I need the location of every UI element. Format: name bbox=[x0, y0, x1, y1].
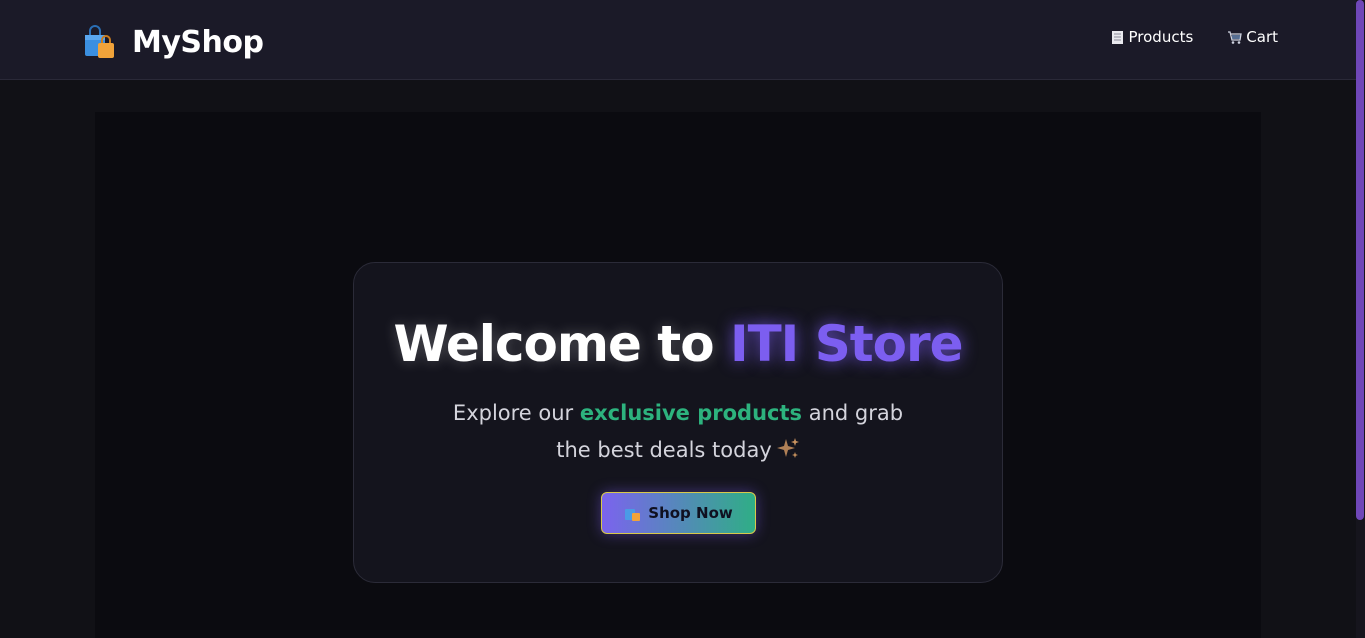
top-navbar: MyShop Products Cart bbox=[0, 0, 1356, 80]
hero-title-prefix: Welcome to bbox=[393, 315, 714, 373]
nav-link-products-label: Products bbox=[1128, 28, 1194, 46]
hero-subtitle-line2: the best deals today bbox=[556, 438, 772, 462]
hero-subtitle-after: and grab bbox=[808, 401, 904, 425]
shopping-bags-icon bbox=[85, 25, 114, 58]
hero-title: Welcome to ITI Store bbox=[354, 315, 1002, 373]
hero-subtitle-before: Explore our bbox=[452, 401, 574, 425]
nav-links: Products Cart bbox=[1076, 28, 1278, 46]
brand-name: MyShop bbox=[132, 24, 264, 60]
hero-title-accent: ITI Store bbox=[729, 315, 964, 373]
nav-link-cart-label: Cart bbox=[1246, 28, 1278, 46]
hero-subtitle: Explore our exclusive products and grab … bbox=[354, 395, 1002, 469]
shop-now-label: Shop Now bbox=[648, 504, 733, 522]
brand-logo-link[interactable]: MyShop bbox=[82, 22, 264, 62]
nav-link-products[interactable]: Products bbox=[1110, 28, 1194, 46]
hero-subtitle-highlight: exclusive products bbox=[579, 401, 803, 425]
nav-link-cart[interactable]: Cart bbox=[1227, 28, 1278, 46]
shopping-bags-icon bbox=[625, 508, 641, 521]
shop-now-button[interactable]: Shop Now bbox=[601, 492, 756, 534]
receipt-icon bbox=[1111, 30, 1123, 44]
hero-card: Welcome to ITI Store Explore our exclusi… bbox=[353, 262, 1003, 583]
scrollbar-thumb[interactable] bbox=[1356, 0, 1364, 520]
sparkles-icon bbox=[776, 438, 799, 458]
shopping-cart-icon bbox=[1228, 30, 1243, 44]
page-scrollbar[interactable] bbox=[1356, 0, 1365, 638]
